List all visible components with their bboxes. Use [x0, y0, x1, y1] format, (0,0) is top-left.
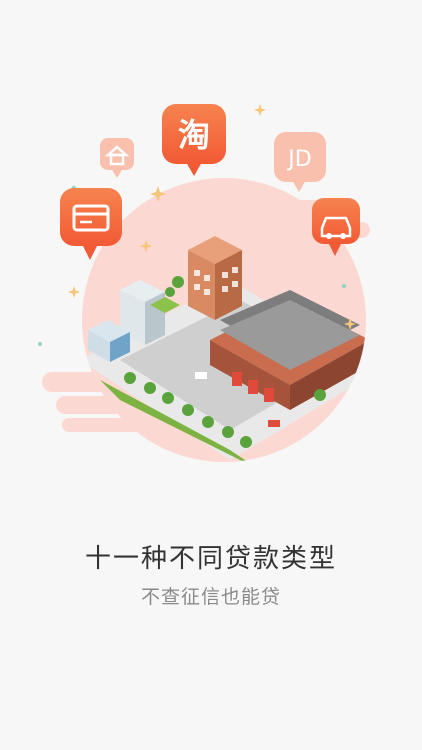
jd-icon: JD — [286, 147, 311, 172]
taobao-icon: 淘 — [178, 116, 210, 154]
onboarding-subtitle: 不查征信也能贷 — [140, 586, 281, 608]
house-bubble — [100, 138, 134, 178]
jd-bubble: JD — [274, 132, 326, 192]
onboarding-title: 十一种不同贷款类型 — [84, 544, 337, 574]
taobao-bubble: 淘 — [162, 104, 226, 176]
onboarding-illustration: 淘 JD — [38, 104, 370, 462]
